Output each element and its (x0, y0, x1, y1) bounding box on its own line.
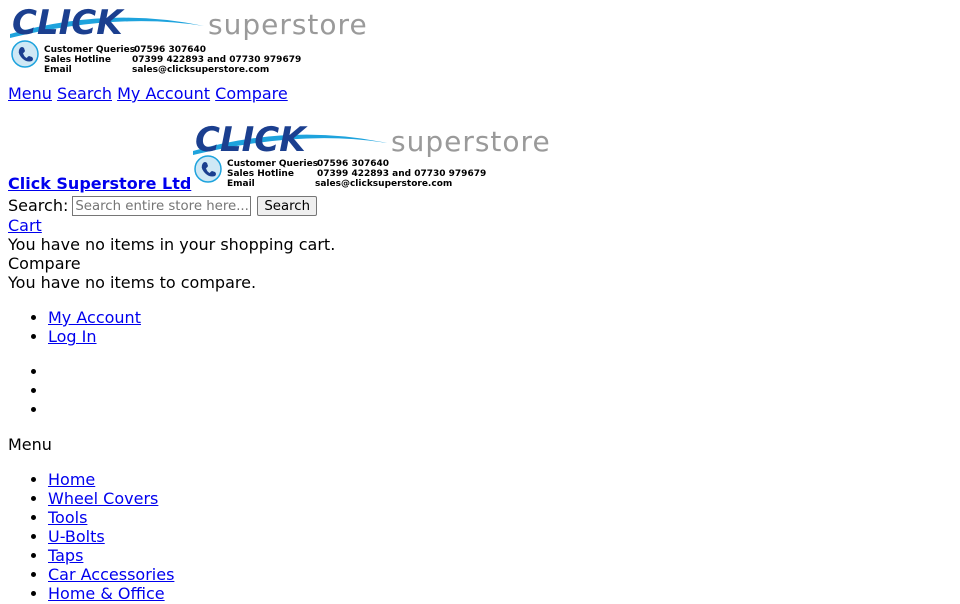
list-item (48, 362, 952, 381)
nav-item-car-accessories[interactable]: Car Accessories (48, 565, 174, 584)
account-link-my-account[interactable]: My Account (48, 308, 141, 327)
list-item (48, 400, 952, 419)
main-nav: Home Wheel Covers Tools U-Bolts Taps Car… (8, 470, 952, 603)
phone-icon (11, 40, 39, 68)
svg-text:Email: Email (227, 179, 255, 189)
search-button[interactable]: Search (257, 196, 318, 216)
list-item (48, 381, 952, 400)
store-name-link[interactable]: Click Superstore Ltd (8, 174, 191, 193)
logo-click-text: CLICK (12, 4, 125, 43)
compare-empty-message: You have no items to compare. (8, 273, 257, 292)
list-item: Tools (48, 508, 952, 527)
list-item: Home & Office (48, 584, 952, 603)
svg-text:sales@clicksuperstore.com: sales@clicksuperstore.com (132, 65, 269, 75)
list-item: Car Accessories (48, 565, 952, 584)
search-label: Search: (8, 196, 69, 215)
nav-item-u-bolts[interactable]: U-Bolts (48, 527, 105, 546)
search-form: Search: Search (8, 196, 952, 216)
account-links: My Account Log In (8, 308, 952, 346)
svg-text:07596 307640: 07596 307640 (134, 45, 206, 55)
cart-block: Cart (8, 216, 952, 235)
header-logo[interactable]: CLICK superstore Customer Queries 07596 … (8, 4, 408, 80)
svg-text:Customer Queries: Customer Queries (227, 159, 318, 169)
phone-icon (194, 155, 223, 183)
nav-item-tools[interactable]: Tools (48, 508, 87, 527)
cart-empty-message: You have no items in your shopping cart. (8, 235, 336, 254)
cart-link[interactable]: Cart (8, 216, 42, 235)
compare-title: Compare (8, 254, 81, 273)
nav-item-home[interactable]: Home (48, 470, 95, 489)
svg-text:Email: Email (44, 65, 72, 75)
svg-text:07399 422893 and 07730 979679: 07399 422893 and 07730 979679 (317, 169, 486, 179)
nav-item-wheel-covers[interactable]: Wheel Covers (48, 489, 158, 508)
logo-click-text: CLICK (195, 121, 308, 160)
branding: Click Superstore Ltd CLICK superstore Cu… (8, 119, 952, 193)
list-item: Wheel Covers (48, 489, 952, 508)
svg-text:07596 307640: 07596 307640 (317, 159, 389, 169)
compare-link[interactable]: Compare (215, 84, 288, 103)
svg-text:sales@clicksuperstore.com: sales@clicksuperstore.com (315, 179, 452, 189)
svg-text:Sales Hotline: Sales Hotline (44, 55, 111, 65)
menu-link[interactable]: Menu (8, 84, 52, 103)
list-item: U-Bolts (48, 527, 952, 546)
list-item: Taps (48, 546, 952, 565)
nav-item-taps[interactable]: Taps (48, 546, 83, 565)
branding-logo[interactable]: CLICK superstore Customer Queries 07596 … (191, 121, 591, 193)
list-item: Home (48, 470, 952, 489)
svg-text:07399 422893 and 07730 979679: 07399 422893 and 07730 979679 (132, 55, 301, 65)
nav-item-home-office[interactable]: Home & Office (48, 584, 165, 603)
top-links: Menu Search My Account Compare (8, 83, 952, 104)
svg-text:Customer Queries: Customer Queries (44, 45, 135, 55)
my-account-link[interactable]: My Account (117, 84, 210, 103)
list-item: Log In (48, 327, 952, 346)
search-input[interactable] (72, 196, 252, 216)
logo-superstore-text: superstore (391, 125, 551, 158)
search-link[interactable]: Search (57, 84, 112, 103)
logo-superstore-text: superstore (208, 8, 368, 41)
svg-text:Sales Hotline: Sales Hotline (227, 169, 294, 179)
empty-list (8, 362, 952, 419)
account-link-log-in[interactable]: Log In (48, 327, 97, 346)
list-item: My Account (48, 308, 952, 327)
store-logo-image: CLICK superstore Customer Queries 07596 … (193, 121, 551, 189)
menu-label: Menu (8, 435, 52, 454)
store-logo-image: CLICK superstore Customer Queries 07596 … (10, 4, 368, 75)
